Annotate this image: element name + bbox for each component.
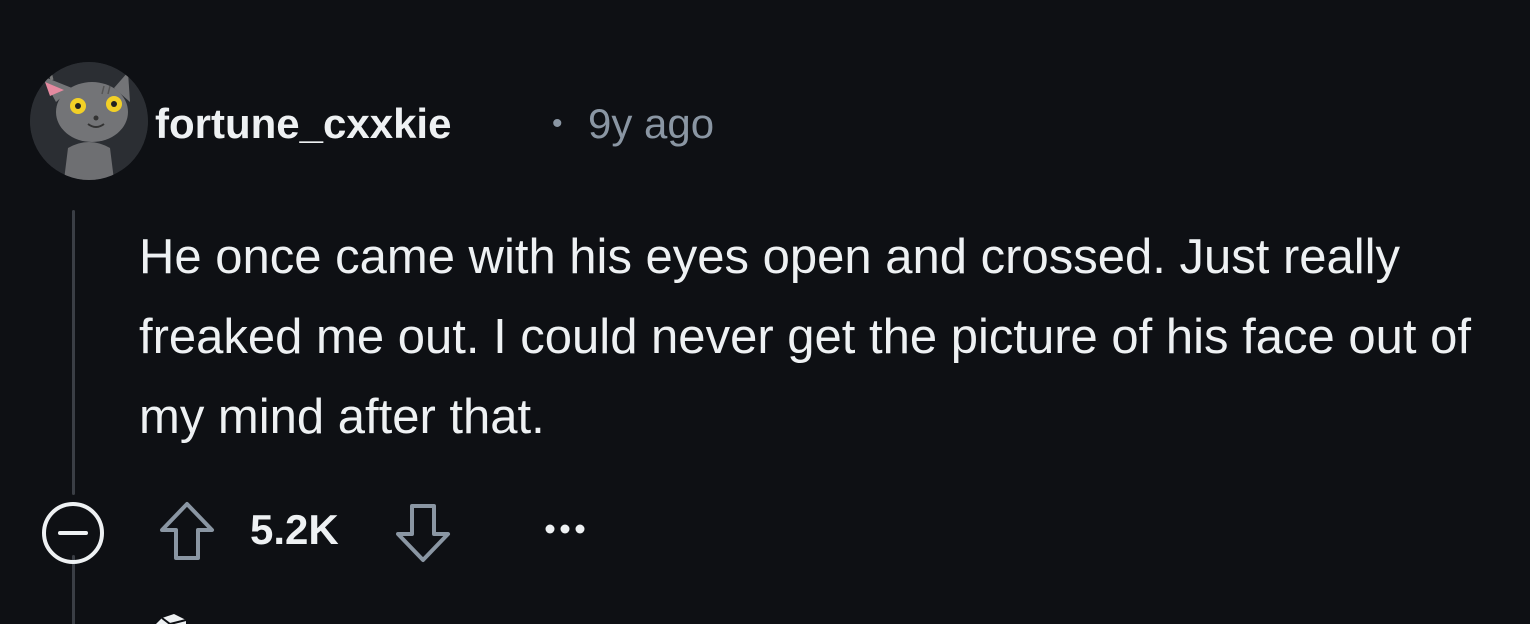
avatar[interactable] bbox=[30, 62, 148, 180]
comment-author[interactable]: fortune_cxxkie bbox=[155, 100, 451, 148]
reply-avatar-icon bbox=[156, 614, 187, 624]
upvote-arrow-icon bbox=[160, 502, 214, 560]
vote-score: 5.2K bbox=[250, 506, 339, 553]
more-options-button[interactable] bbox=[540, 514, 590, 544]
collapse-button[interactable] bbox=[40, 500, 106, 566]
meta-separator: • bbox=[552, 107, 563, 140]
comment-action-bar: 5.2K bbox=[0, 490, 1530, 570]
collapse-minus-icon bbox=[42, 502, 104, 564]
comment-timestamp: 9y ago bbox=[588, 100, 715, 147]
downvote-arrow-icon bbox=[396, 504, 450, 562]
cat-avatar-icon bbox=[30, 62, 148, 180]
more-options-icon bbox=[545, 524, 585, 534]
thread-line[interactable] bbox=[72, 210, 75, 495]
downvote-button[interactable] bbox=[392, 500, 454, 566]
upvote-button[interactable] bbox=[156, 498, 218, 564]
comment-body: He once came with his eyes open and cros… bbox=[139, 230, 1471, 444]
reply-avatar-peek[interactable] bbox=[140, 604, 192, 624]
